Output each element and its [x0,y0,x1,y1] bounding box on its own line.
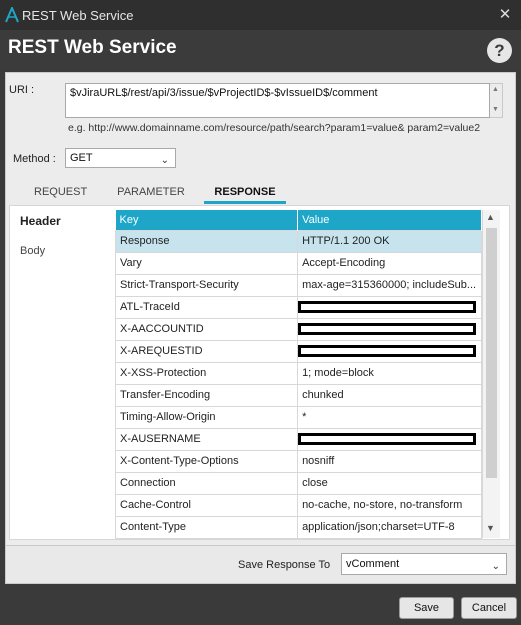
row-value [297,427,482,451]
table-row[interactable]: Response HTTP/1.1 200 OK [114,229,482,253]
page-title: REST Web Service [8,37,177,58]
uri-label: URI : [9,84,35,96]
close-icon[interactable]: ✕ [497,5,513,23]
method-label: Method : [13,153,56,165]
table-row[interactable]: X-XSS-Protection 1; mode=block [114,361,482,385]
uri-scrollbar[interactable]: ▲ ▼ [490,83,503,118]
row-value [297,339,482,363]
scroll-down-icon[interactable]: ▼ [486,523,495,533]
save-response-value: vComment [346,558,400,570]
chevron-down-icon: ⌄ [160,155,169,166]
row-key: Cache-Control [114,493,299,517]
method-select[interactable]: GET ⌄ [65,148,176,168]
scrollbar-thumb[interactable] [486,228,497,478]
table-row[interactable]: Strict-Transport-Security max-age=3153600… [114,273,482,297]
redacted-value [298,345,477,357]
row-key: X-Content-Type-Options [114,449,299,473]
title-bar: REST Web Service ✕ [0,0,521,30]
row-key: X-AACCOUNTID [114,317,299,341]
row-key: ATL-TraceId [114,295,299,319]
row-value [297,295,482,319]
uri-example-hint: e.g. http://www.domainname.com/resource/… [68,122,481,134]
row-value: no-cache, no-store, no-transform [297,493,482,517]
save-button[interactable]: Save [399,597,454,619]
row-value: chunked [297,383,482,407]
table-row[interactable]: Content-Type application/json;charset=UTF… [114,515,482,539]
cancel-button[interactable]: Cancel [461,597,517,619]
side-item-header[interactable]: Header [20,214,61,228]
dialog-header: REST Web Service ? [0,30,521,70]
save-response-label: Save Response To [238,559,331,571]
row-value: close [297,471,482,495]
row-key: Response [114,229,299,253]
table-row[interactable]: Transfer-Encoding chunked [114,383,482,407]
table-row[interactable]: ATL-TraceId [114,295,482,319]
row-value: 1; mode=block [297,361,482,385]
column-header-key[interactable]: Key [115,210,299,230]
table-row[interactable]: Timing-Allow-Origin * [114,405,482,429]
row-value: HTTP/1.1 200 OK [297,229,482,253]
row-key: Strict-Transport-Security [114,273,299,297]
row-key: Content-Type [114,515,299,539]
response-headers-table: Key Value Response HTTP/1.1 200 OK Vary Acc… [114,210,482,539]
row-key: X-AUSERNAME [114,427,299,451]
table-scrollbar[interactable]: ▲ ▼ [482,210,500,538]
redacted-value [298,323,477,335]
scroll-down-icon[interactable]: ▼ [492,106,499,113]
table-header-row: Key Value [115,210,482,230]
row-value: Accept-Encoding [297,251,482,275]
row-value: max-age=315360000; includeSub... [297,273,482,297]
table-row[interactable]: Cache-Control no-cache, no-store, no-tran… [114,493,482,517]
tab-response[interactable]: RESPONSE [204,182,286,204]
table-row[interactable]: X-AREQUESTID [114,339,482,363]
redacted-value [298,301,477,313]
row-key: Timing-Allow-Origin [114,405,299,429]
row-value: * [297,405,482,429]
scroll-up-icon[interactable]: ▲ [486,212,495,222]
app-logo-icon [5,7,19,23]
uri-input[interactable]: $vJiraURL$/rest/api/3/issue/$vProjectID$… [65,83,490,118]
redacted-value [298,433,477,445]
row-key: Transfer-Encoding [114,383,299,407]
table-row[interactable]: Vary Accept-Encoding [114,251,482,275]
tab-parameter[interactable]: PARAMETER [110,182,192,204]
row-key: X-XSS-Protection [114,361,299,385]
row-value [297,317,482,341]
window-title: REST Web Service [22,8,134,23]
table-row[interactable]: X-AACCOUNTID [114,317,482,341]
column-header-value[interactable]: Value [297,210,482,230]
tab-request[interactable]: REQUEST [20,182,100,204]
scroll-up-icon[interactable]: ▲ [492,86,499,93]
chevron-down-icon: ⌄ [491,561,500,572]
table-row[interactable]: X-AUSERNAME [114,427,482,451]
save-response-select[interactable]: vComment ⌄ [341,553,507,575]
row-key: Vary [114,251,299,275]
row-value: nosniff [297,449,482,473]
method-value: GET [70,152,93,164]
table-row[interactable]: Connection close [114,471,482,495]
row-key: Connection [114,471,299,495]
side-item-body[interactable]: Body [20,245,45,257]
row-value: application/json;charset=UTF-8 [297,515,482,539]
table-row[interactable]: X-Content-Type-Options nosniff [114,449,482,473]
row-key: X-AREQUESTID [114,339,299,363]
help-icon[interactable]: ? [487,38,512,63]
